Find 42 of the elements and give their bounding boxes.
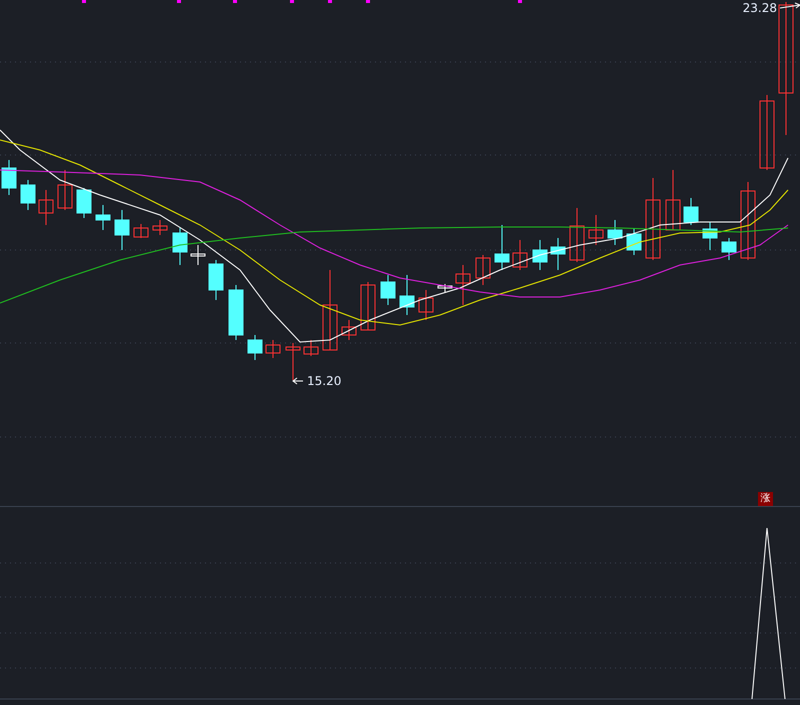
candlestick (286, 342, 300, 380)
candlestick (494, 224, 510, 270)
candlestick (702, 222, 718, 250)
candlestick (152, 220, 168, 236)
candlestick (438, 284, 452, 292)
candlestick (304, 340, 318, 356)
candlestick (418, 290, 434, 320)
candlestick (76, 188, 92, 218)
candlestick (476, 254, 490, 286)
candlestick (20, 180, 36, 210)
candlestick (114, 210, 130, 250)
rise-badge: 涨 (758, 492, 773, 506)
candlestick (626, 228, 642, 256)
candlestick (550, 238, 566, 270)
low-leader-arrow (292, 378, 304, 384)
candlestick (96, 204, 110, 230)
candlestick (134, 224, 148, 238)
candlestick (266, 340, 280, 358)
low-price-label: 15.20 (307, 374, 342, 388)
candlestick (666, 170, 680, 230)
high-price-label: 23.28 (742, 1, 777, 15)
candlestick (208, 260, 224, 300)
candlestick (722, 238, 736, 260)
candlestick (380, 274, 396, 306)
candlestick (532, 240, 548, 270)
candlestick (512, 240, 528, 270)
candlestick (248, 334, 262, 360)
candlestick (38, 190, 54, 226)
candlestick (588, 214, 604, 246)
candlestick (172, 228, 188, 266)
candlestick (570, 208, 584, 262)
candlestick (360, 282, 376, 330)
candlestick (58, 170, 72, 210)
candlestick (684, 198, 698, 226)
candlestick (400, 274, 414, 316)
candlestick (228, 284, 244, 340)
candlestick (2, 160, 16, 196)
candlestick (608, 220, 622, 246)
candlestick (342, 320, 356, 340)
high-leader-arrow (780, 2, 800, 8)
candlestick (456, 264, 470, 306)
candlestick (190, 244, 206, 266)
